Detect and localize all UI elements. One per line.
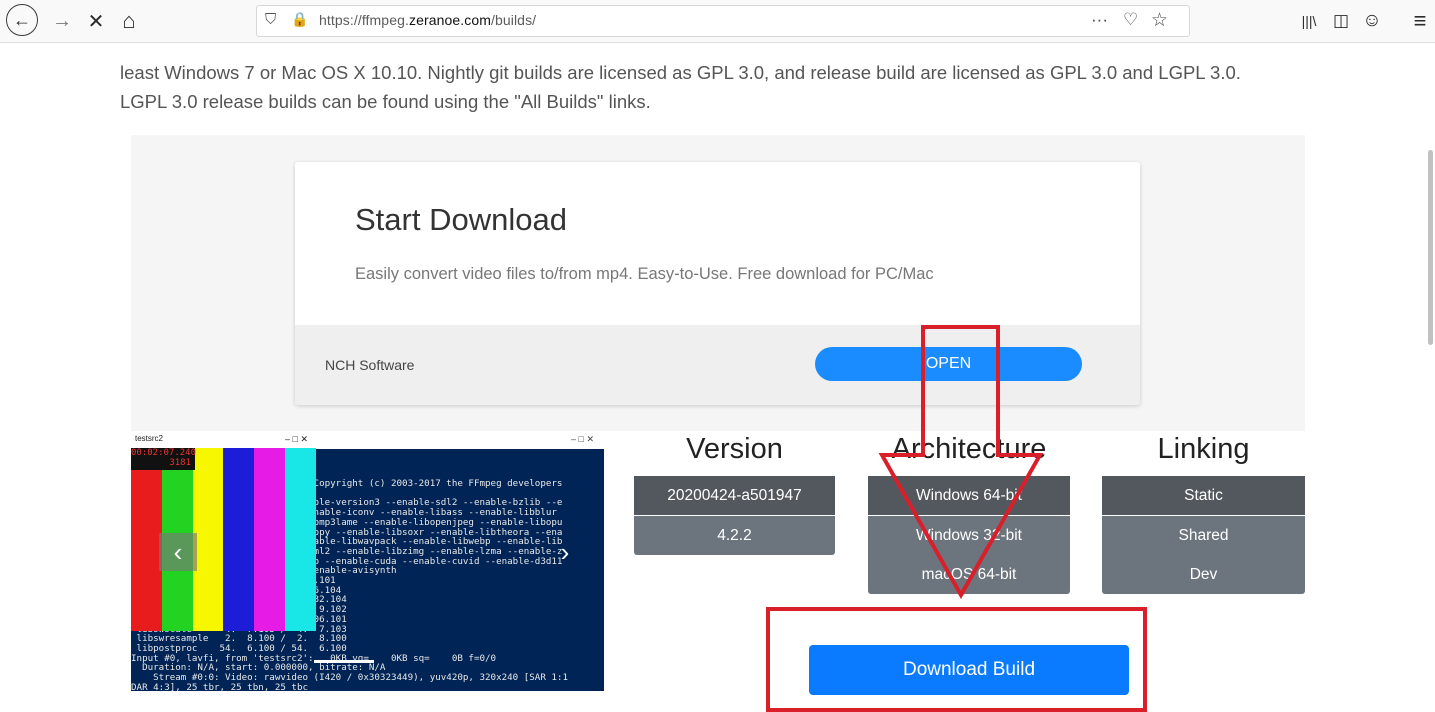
testsrc-window-screenshot: testsrc2 – □ ✕ 00:02:07.240 3181 [131, 431, 316, 631]
intro-line-2: LGPL 3.0 release builds can be found usi… [120, 91, 651, 112]
linking-option-dev[interactable]: Dev [1102, 555, 1305, 594]
console-window-controls: – □ ✕ [571, 434, 594, 444]
page-scrollbar[interactable] [1428, 150, 1433, 345]
timecode-overlay: 00:02:07.240 3181 [131, 448, 197, 470]
ad-open-button[interactable]: OPEN [815, 347, 1082, 381]
architecture-option-macos64[interactable]: macOS 64-bit [868, 555, 1070, 594]
architecture-option-win64[interactable]: Windows 64-bit [868, 476, 1070, 515]
carousel-prev-icon[interactable]: ‹ [159, 533, 197, 571]
back-icon[interactable]: ← [6, 4, 38, 36]
intro-line-1: least Windows 7 or Mac OS X 10.10. Night… [120, 62, 1241, 83]
version-option-release[interactable]: 4.2.2 [634, 516, 835, 555]
stop-icon[interactable]: ✕ [80, 5, 112, 37]
linking-option-static[interactable]: Static [1102, 476, 1305, 515]
ad-subtitle[interactable]: Easily convert video files to/from mp4. … [355, 265, 934, 284]
url-domain: zeranoe.com [408, 12, 491, 28]
account-icon[interactable]: ☺ [1356, 5, 1388, 37]
url-text[interactable]: https://ffmpeg.zeranoe.com/builds/ [319, 12, 536, 28]
testsrc-title: testsrc2 [135, 434, 164, 443]
license-description: least Windows 7 or Mac OS X 10.10. Night… [120, 58, 1320, 116]
timecode: 00:02:07.240 [131, 448, 197, 458]
version-option-nightly[interactable]: 20200424-a501947 [634, 476, 835, 515]
carousel-indicator[interactable] [314, 660, 374, 663]
page-actions-icon[interactable]: ··· [1091, 10, 1108, 30]
menu-icon[interactable]: ≡ [1404, 5, 1435, 37]
architecture-option-win32[interactable]: Windows 32-bit [868, 516, 1070, 555]
version-heading: Version [686, 433, 783, 465]
bookmark-star-icon[interactable]: ☆ [1151, 9, 1168, 32]
url-path: /builds/ [491, 12, 537, 28]
screenshot-carousel[interactable]: – □ ✕ 3f Copyright (c) 2003-2017 the FFm… [131, 431, 604, 691]
advertisement-card[interactable]: Start Download Easily convert video file… [295, 162, 1140, 405]
ad-title[interactable]: Start Download [355, 202, 567, 238]
library-icon[interactable]: |||\ [1293, 5, 1325, 37]
pocket-icon[interactable]: ♡ [1123, 10, 1138, 30]
browser-toolbar: ← → ✕ ⌂ ⛉ 🔒 https://ffmpeg.zeranoe.com/b… [0, 0, 1435, 43]
linking-heading: Linking [1157, 433, 1250, 465]
testsrc-titlebar: testsrc2 – □ ✕ [131, 431, 316, 448]
testsrc-window-controls: – □ ✕ [285, 434, 308, 444]
architecture-heading: Architecture [891, 433, 1047, 465]
carousel-next-icon[interactable]: › [546, 533, 584, 571]
red-highlight-box [766, 607, 1147, 712]
url-prefix: https://ffmpeg. [319, 12, 409, 28]
sidebar-icon[interactable]: ◫ [1325, 5, 1357, 37]
linking-option-shared[interactable]: Shared [1102, 516, 1305, 555]
console-titlebar: – □ ✕ [316, 431, 604, 449]
ad-footer: NCH Software OPEN [295, 325, 1140, 405]
url-bar[interactable]: ⛉ 🔒 https://ffmpeg.zeranoe.com/builds/ ·… [256, 5, 1190, 37]
ad-company[interactable]: NCH Software [325, 357, 414, 373]
home-icon[interactable]: ⌂ [113, 5, 145, 37]
tracking-shield-icon[interactable]: ⛉ [265, 11, 276, 28]
lock-icon[interactable]: 🔒 [291, 11, 308, 28]
forward-icon[interactable]: → [46, 5, 78, 37]
frame-number: 3181 [169, 458, 191, 468]
